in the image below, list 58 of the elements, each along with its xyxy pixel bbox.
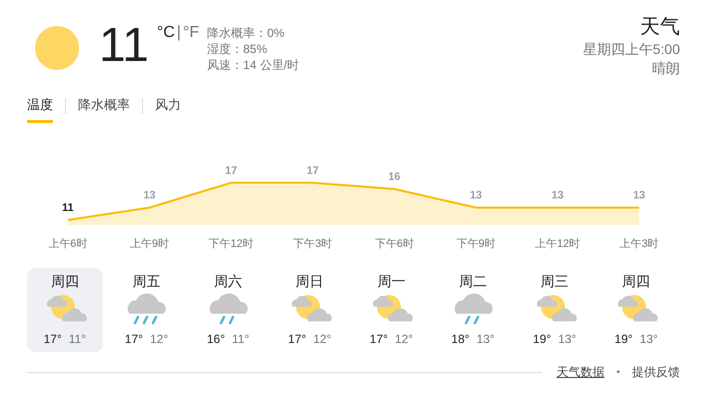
weather-title: 天气 bbox=[640, 15, 680, 40]
weather-detail: 风速：14 公里/时 bbox=[207, 57, 300, 73]
current-temperature: 11 bbox=[99, 18, 149, 74]
high-temperature: 17° bbox=[124, 332, 143, 346]
low-temperature: 13° bbox=[476, 332, 495, 346]
low-temperature: 12° bbox=[313, 332, 332, 346]
hour-label: 上午6时 bbox=[48, 238, 88, 250]
temperature-label: 17 bbox=[224, 164, 238, 177]
high-temperature: 19° bbox=[532, 332, 552, 346]
low-temperature: 12° bbox=[150, 332, 168, 346]
temperature-label: 13 bbox=[551, 190, 564, 202]
day-name: 周日 bbox=[296, 272, 324, 290]
temperature-label: 11 bbox=[62, 202, 74, 214]
weather-detail: 降水概率：0% bbox=[207, 25, 286, 41]
temperature-label: 16 bbox=[388, 171, 400, 183]
day-forecast[interactable]: 周四 17° 11° bbox=[27, 268, 103, 352]
high-temperature: 18° bbox=[451, 332, 470, 346]
low-temperature: 13° bbox=[640, 332, 658, 346]
low-temperature: 11° bbox=[232, 332, 250, 346]
chart-tab[interactable]: 温度 bbox=[27, 92, 53, 122]
temperature-label: 13 bbox=[143, 190, 156, 202]
day-name: 周四 bbox=[50, 272, 79, 290]
unit-separator: | bbox=[176, 24, 181, 42]
unit-toggle[interactable]: °C bbox=[156, 24, 175, 42]
high-temperature: 19° bbox=[614, 332, 633, 346]
low-temperature: 11° bbox=[68, 332, 86, 346]
temperature-label: 17 bbox=[306, 164, 319, 177]
high-temperature: 17° bbox=[44, 332, 62, 346]
day-name: 周六 bbox=[214, 272, 242, 290]
weather-condition: 晴朗 bbox=[652, 59, 680, 78]
day-name: 周三 bbox=[540, 272, 569, 290]
temperature-label: 13 bbox=[633, 190, 646, 202]
hour-label: 上午9时 bbox=[130, 238, 169, 250]
low-temperature: 12° bbox=[394, 332, 413, 346]
separator-dot: • bbox=[616, 367, 620, 378]
hour-label: 上午3时 bbox=[620, 238, 659, 250]
low-temperature: 13° bbox=[558, 332, 576, 346]
temperature-label: 13 bbox=[470, 190, 482, 202]
hour-label: 上午12时 bbox=[534, 238, 580, 250]
day-name: 周二 bbox=[458, 272, 487, 290]
high-temperature: 16° bbox=[206, 332, 225, 346]
hour-label: 下午3时 bbox=[293, 238, 332, 250]
weather-detail: 湿度：85% bbox=[207, 41, 268, 57]
day-name: 周一 bbox=[377, 272, 406, 290]
hour-label: 下午9时 bbox=[456, 238, 496, 250]
day-name: 周四 bbox=[622, 272, 650, 290]
hour-label: 下午6时 bbox=[374, 238, 414, 250]
sun-icon bbox=[35, 26, 79, 70]
feedback-link[interactable]: 提供反馈 bbox=[632, 364, 680, 381]
chart-tab[interactable]: 降水概率 bbox=[78, 92, 130, 122]
day-name: 周五 bbox=[132, 272, 160, 290]
unit-toggle[interactable]: °F bbox=[182, 24, 200, 42]
hour-label: 下午12时 bbox=[208, 238, 254, 250]
chart-tab[interactable]: 风力 bbox=[155, 92, 181, 122]
high-temperature: 17° bbox=[288, 332, 306, 346]
weather-data-link[interactable]: 天气数据 bbox=[556, 364, 604, 381]
high-temperature: 17° bbox=[370, 332, 388, 346]
date-time: 星期四上午5:00 bbox=[582, 40, 680, 59]
